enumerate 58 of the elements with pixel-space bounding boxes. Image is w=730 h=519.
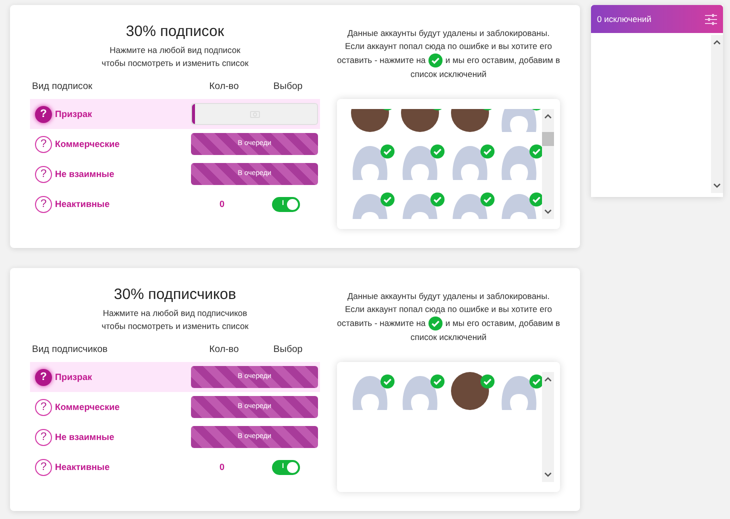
subscription-type-row[interactable]: ? Призрак [30, 99, 320, 130]
check-icon[interactable] [430, 374, 445, 390]
subscription-type-label[interactable]: Неактивные [55, 460, 110, 474]
subscription-type-label[interactable]: Призрак [55, 370, 92, 384]
help-button[interactable]: ? [35, 368, 52, 386]
column-header: Выбор [272, 343, 304, 357]
check-icon[interactable] [480, 374, 494, 390]
filter-sliders-icon[interactable] [705, 14, 717, 24]
count-text: 0 [218, 460, 226, 474]
scrollbar[interactable] [711, 35, 723, 193]
column-header: Выбор [272, 80, 304, 94]
scroll-down-icon[interactable] [544, 472, 552, 478]
subscription-type-label[interactable]: Коммерческие [55, 138, 120, 151]
column-header: Вид подписок [32, 80, 94, 94]
help-button[interactable]: ? [35, 106, 52, 123]
photo-placeholder [450, 372, 488, 410]
check-icon[interactable] [529, 374, 542, 390]
subscription-type-label[interactable]: Неактивные [55, 198, 110, 211]
check-icon [428, 53, 444, 68]
scrollbar[interactable] [542, 109, 554, 219]
section-title: 30% подписчиков [112, 285, 238, 305]
help-button[interactable]: ? [35, 136, 52, 153]
subscription-type-label[interactable]: Призрак [55, 108, 92, 121]
help-button[interactable]: ? [35, 196, 52, 213]
subscription-type-label[interactable]: Не взаимные [55, 168, 114, 181]
scroll-up-icon[interactable] [544, 376, 552, 382]
check-icon[interactable] [380, 192, 395, 208]
exceptions-title: 0 исключений [597, 12, 652, 26]
scrollbar[interactable] [542, 372, 554, 482]
check-icon[interactable] [380, 374, 395, 390]
section-title: 30% подписок [124, 22, 226, 42]
column-header: Кол-во [208, 80, 240, 94]
help-button[interactable]: ? [35, 428, 52, 446]
subscription-type-label[interactable]: Коммерческие [55, 400, 120, 414]
info-text: Данные аккаунты будут удалены и заблокированы. Если аккаунт попал сюда по ошибке и вы хотите его оставить - нажмите на и мы его оставим, добавим в список исключений [337, 27, 560, 81]
check-icon[interactable] [430, 144, 445, 160]
scroll-up-icon[interactable] [713, 39, 721, 45]
count-text: 0 [218, 198, 226, 210]
column-header: Вид подписчиков [32, 343, 109, 357]
column-header: Кол-во [208, 343, 240, 357]
scroll-down-icon[interactable] [713, 183, 721, 189]
hint-text: Нажмите на любой вид подписок чтобы посмотреть и изменить список [101, 44, 249, 70]
check-icon[interactable] [529, 192, 542, 208]
check-icon[interactable] [480, 192, 494, 208]
help-button[interactable]: ? [35, 166, 52, 183]
check-icon[interactable] [430, 192, 445, 208]
subscription-type-label[interactable]: Не взаимные [55, 430, 114, 444]
check-icon[interactable] [380, 144, 395, 160]
scroll-thumb[interactable] [542, 132, 554, 146]
info-text: Данные аккаунты будут удалены и заблокированы. Если аккаунт попал сюда по ошибке и вы хотите его оставить - нажмите на и мы его оставим, добавим в список исключений [337, 290, 560, 344]
hint-text: Нажмите на любой вид подписчиков чтобы посмотреть и изменить список [101, 307, 249, 333]
scroll-down-icon[interactable] [544, 209, 552, 215]
check-icon [428, 316, 444, 331]
help-button[interactable]: ? [35, 398, 52, 416]
check-icon[interactable] [529, 144, 542, 160]
check-icon[interactable] [480, 144, 494, 160]
help-button[interactable]: ? [35, 458, 52, 476]
scroll-up-icon[interactable] [544, 113, 552, 119]
